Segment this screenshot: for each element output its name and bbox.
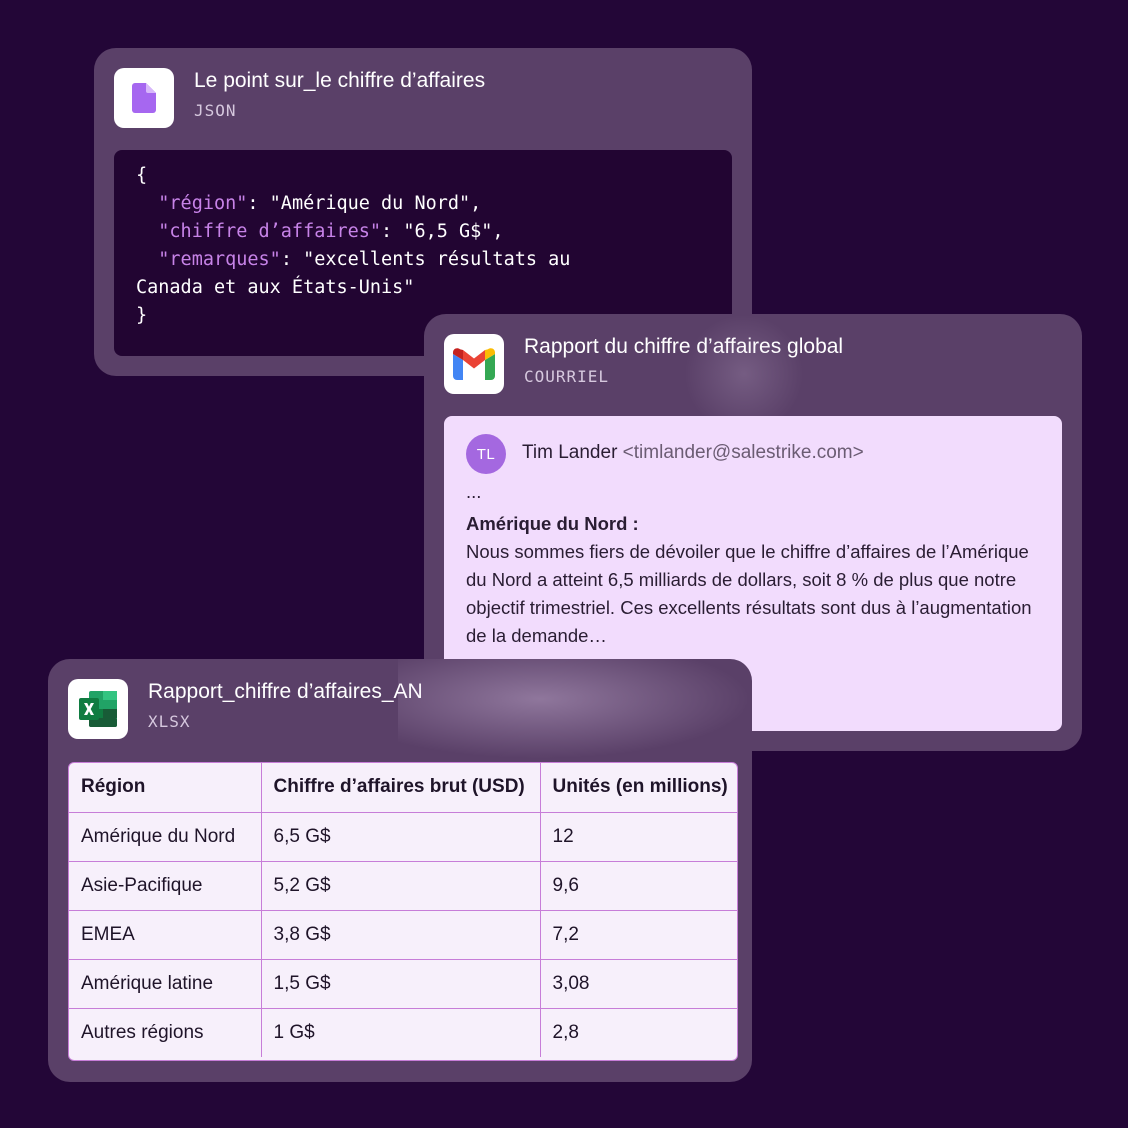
table-cell[interactable]: 12 [540, 812, 737, 862]
email-card-header: Rapport du chiffre d’affaires global COU… [444, 334, 1062, 394]
table-row: Amérique latine 1,5 G$ 3,08 [69, 959, 737, 1009]
email-ellipsis: ... [466, 481, 482, 502]
code-key-remarks: "remarques" [158, 249, 281, 270]
table-row: Asie-Pacifique 5,2 G$ 9,6 [69, 861, 737, 911]
avatar: TL [466, 434, 506, 474]
email-card-type: COURRIEL [524, 367, 610, 386]
code-value-revenue: : "6,5 G$", [381, 221, 504, 242]
table-cell[interactable]: Amérique du Nord [69, 812, 262, 862]
xlsx-card-type: XLSX [148, 712, 191, 731]
table-cell[interactable]: Autres régions [69, 1008, 262, 1057]
table-cell[interactable]: Asie-Pacifique [69, 861, 262, 911]
email-content: ... Amérique du Nord : Nous sommes fiers… [466, 482, 1044, 650]
table-cell[interactable]: 3,8 G$ [261, 910, 541, 960]
email-sender: Tim Lander <timlander@salestrike.com> [522, 442, 864, 464]
table-row: Amérique du Nord 6,5 G$ 12 [69, 812, 737, 862]
json-card-type: JSON [194, 101, 237, 120]
email-card-title: Rapport du chiffre d’affaires global [524, 335, 844, 358]
excel-icon [68, 679, 128, 739]
table-cell[interactable]: 7,2 [540, 910, 737, 960]
table-cell[interactable]: EMEA [69, 910, 262, 960]
spreadsheet-card[interactable]: Rapport_chiffre d’affaires_AN XLSX Régio… [48, 659, 752, 1082]
code-value-remarks: : "excellents résultats au [280, 249, 571, 270]
column-header-revenue[interactable]: Chiffre d’affaires brut (USD) [261, 763, 541, 813]
column-header-units[interactable]: Unités (en millions) [540, 763, 737, 813]
sender-name: Tim Lander [522, 442, 618, 463]
revenue-table: Région Chiffre d’affaires brut (USD) Uni… [68, 762, 738, 1061]
sender-email: <timlander@salestrike.com> [622, 442, 864, 463]
table-cell[interactable]: 5,2 G$ [261, 861, 541, 911]
code-key-region: "région" [158, 193, 248, 214]
table-row: Autres régions 1 G$ 2,8 [69, 1008, 737, 1057]
xlsx-card-title: Rapport_chiffre d’affaires_AN [148, 680, 423, 703]
code-value-remarks-wrap: Canada et aux États-Unis" [136, 277, 415, 298]
table-cell[interactable]: 1,5 G$ [261, 959, 541, 1009]
xlsx-card-header: Rapport_chiffre d’affaires_AN XLSX [68, 679, 732, 739]
code-value-region: : "Amérique du Nord", [247, 193, 482, 214]
table-cell[interactable]: 3,08 [540, 959, 737, 1009]
email-heading: Amérique du Nord : [466, 513, 639, 534]
table-header-row: Région Chiffre d’affaires brut (USD) Uni… [69, 763, 737, 813]
column-header-region[interactable]: Région [69, 763, 262, 813]
code-key-revenue: "chiffre d’affaires" [158, 221, 382, 242]
gmail-icon [444, 334, 504, 394]
table-cell[interactable]: 6,5 G$ [261, 812, 541, 862]
table-cell[interactable]: 1 G$ [261, 1008, 541, 1057]
table-row: EMEA 3,8 G$ 7,2 [69, 910, 737, 960]
table-cell[interactable]: Amérique latine [69, 959, 262, 1009]
file-icon [114, 68, 174, 128]
json-card-header: Le point sur_le chiffre d’affaires JSON [114, 68, 732, 128]
table-cell[interactable]: 2,8 [540, 1008, 737, 1057]
code-open-brace: { [136, 165, 148, 186]
email-body-text: Nous sommes fiers de dévoiler que le chi… [466, 541, 1032, 646]
json-card-title: Le point sur_le chiffre d’affaires [194, 69, 486, 92]
code-close-brace: } [136, 305, 148, 326]
table-cell[interactable]: 9,6 [540, 861, 737, 911]
